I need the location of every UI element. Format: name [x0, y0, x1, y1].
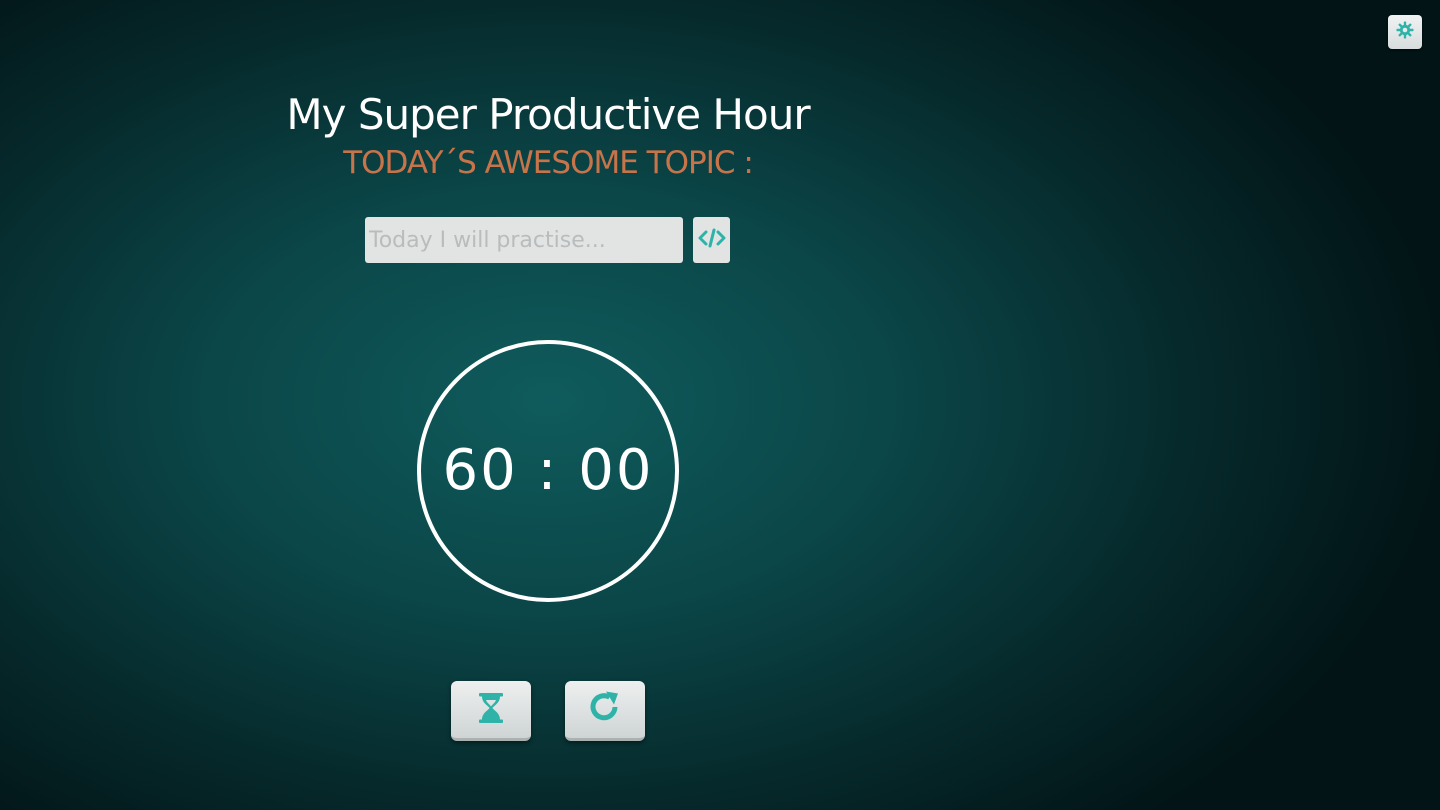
gear-icon: [1395, 20, 1415, 44]
timer-ring: 60 : 00: [417, 340, 679, 602]
settings-button[interactable]: [1388, 15, 1422, 49]
hourglass-icon: [478, 692, 504, 728]
refresh-icon: [587, 690, 623, 730]
start-timer-button[interactable]: [451, 681, 531, 741]
code-icon: [698, 227, 726, 253]
page-title: My Super Productive Hour: [286, 90, 810, 139]
reset-timer-button[interactable]: [565, 681, 645, 741]
topic-heading: TODAY´S AWESOME TOPIC :: [343, 145, 754, 181]
topic-input[interactable]: [365, 217, 683, 263]
timer-display: 60 : 00: [442, 437, 654, 503]
topic-submit-button[interactable]: [693, 217, 730, 263]
